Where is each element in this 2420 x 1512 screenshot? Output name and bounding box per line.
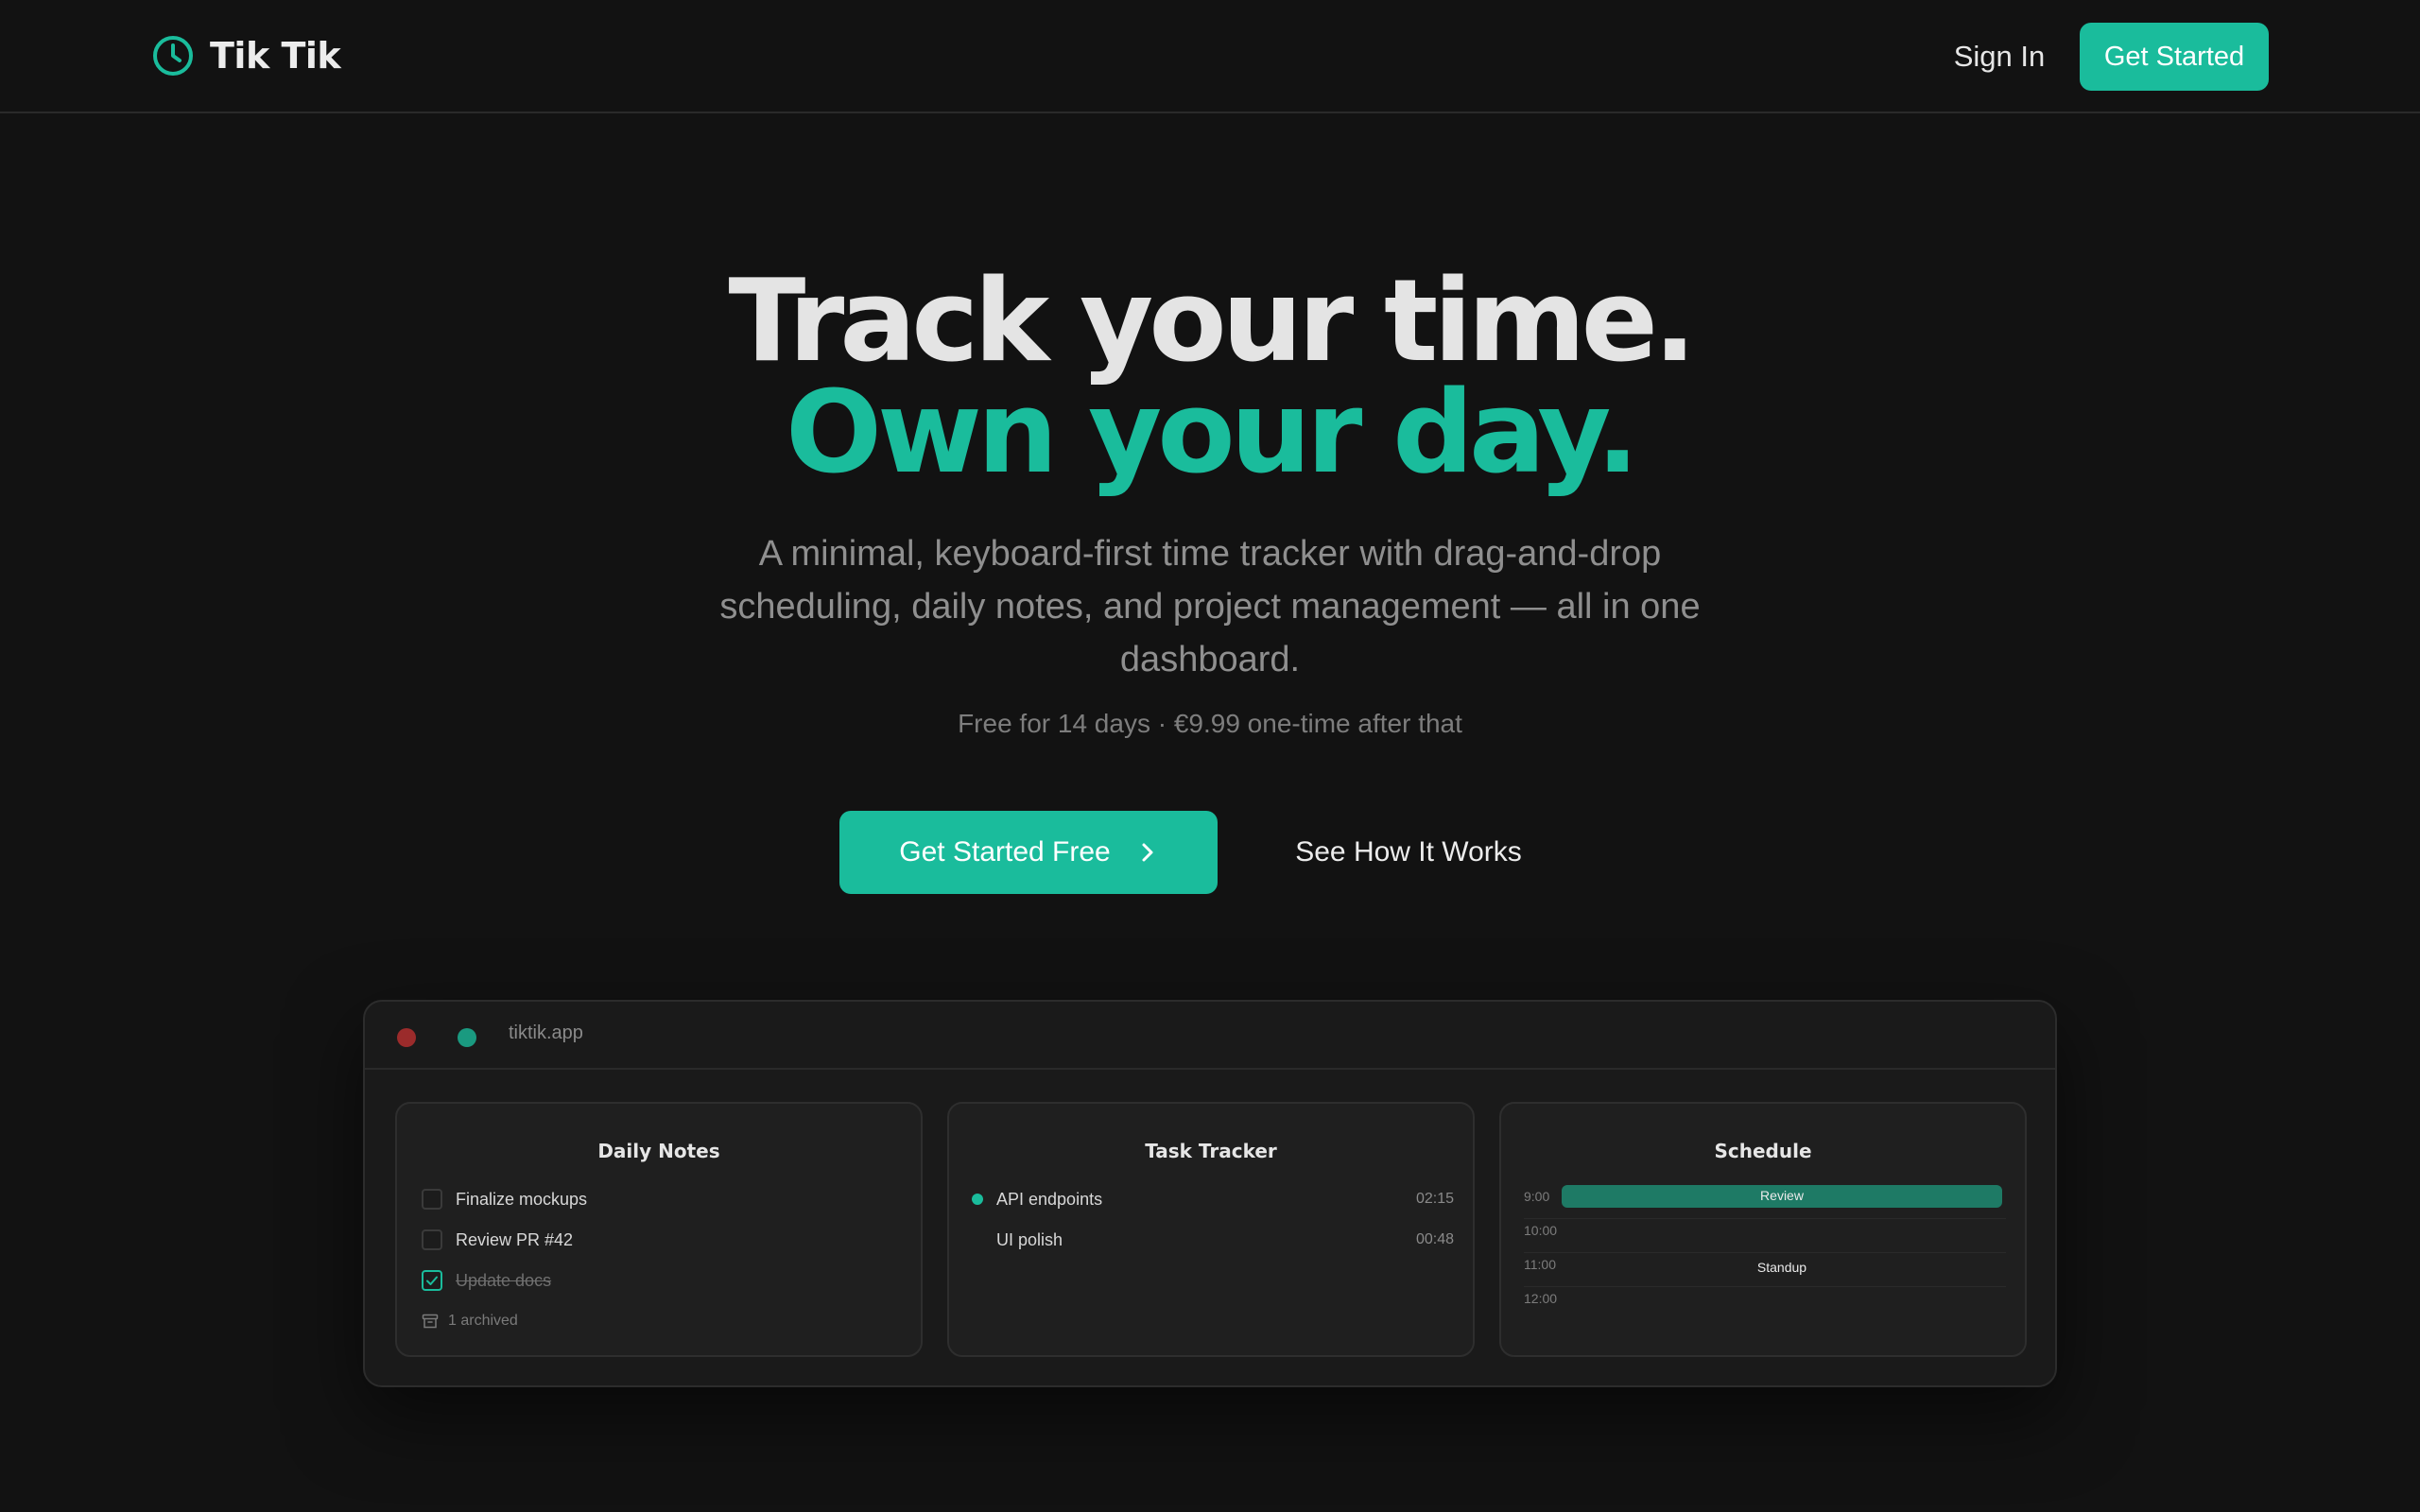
schedule-row: 11:00 Standup [1524,1253,2006,1287]
brand-name: Tik Tik [210,35,341,77]
task-name: UI polish [996,1229,1063,1249]
note-checkbox[interactable] [422,1229,442,1250]
see-how-it-works-link[interactable]: See How It Works [1267,811,1550,894]
window-close-dot [397,1028,416,1047]
schedule-row: 9:00 Review [1524,1185,2006,1219]
get-started-free-label: Get Started Free [899,836,1111,868]
task-row[interactable]: UI polish 00:48 [972,1228,1454,1252]
schedule-card: Schedule 9:00 Review 10:00 11:00 Standup… [1499,1102,2027,1357]
schedule-event-block[interactable]: Review [1562,1185,2002,1208]
task-name: API endpoints [996,1189,1103,1209]
sign-in-link[interactable]: Sign In [1928,34,2070,79]
active-task-indicator [972,1194,983,1205]
schedule-empty-slot[interactable] [1562,1219,2002,1242]
note-item: Review PR #42 [422,1228,573,1252]
get-started-button[interactable]: Get Started [2080,23,2269,91]
window-maximize-dot [458,1028,476,1047]
note-text: Finalize mockups [456,1189,588,1209]
note-text: Review PR #42 [456,1229,574,1249]
schedule-empty-slot[interactable] [1562,1287,2002,1310]
note-checkbox-checked[interactable] [422,1270,442,1291]
archive-box-icon [422,1314,439,1329]
idle-task-indicator [972,1234,983,1246]
hero-subtitle: A minimal, keyboard-first time tracker w… [719,534,1701,679]
schedule-time: 11:00 [1524,1257,1556,1272]
schedule-title: Schedule [1714,1140,1812,1162]
schedule-time: 12:00 [1524,1291,1558,1306]
task-time: 02:15 [1415,1191,1454,1207]
archived-notes-link[interactable]: 1 archived [422,1310,518,1332]
schedule-row: 10:00 [1524,1219,2006,1253]
task-tracker-card: Task Tracker API endpoints 02:15 UI poli… [947,1102,1475,1357]
task-time: 00:48 [1415,1231,1454,1247]
chevron-right-icon [1142,843,1153,862]
schedule-time: 9:00 [1524,1189,1550,1204]
clock-icon [153,36,193,76]
hero-headline: Track your time. [728,256,1696,387]
note-item: Finalize mockups [422,1187,587,1211]
daily-notes-title: Daily Notes [597,1140,720,1162]
schedule-time: 10:00 [1524,1223,1558,1238]
daily-notes-card: Daily Notes Finalize mockups Review PR #… [395,1102,923,1357]
checkmark-icon [426,1276,438,1285]
task-row[interactable]: API endpoints 02:15 [972,1187,1454,1211]
pricing-note: Free for 14 days · €9.99 one-time after … [958,709,1462,738]
schedule-event-block[interactable]: Standup [1562,1257,2002,1280]
app-preview-window: tiktik.app Daily Notes Finalize mockups … [363,1000,2057,1387]
brand-logo[interactable]: Tik Tik [151,32,341,79]
schedule-row: 12:00 [1524,1287,2006,1321]
top-navbar: Tik Tik Sign In Get Started [0,0,2420,113]
hero-headline-accent: Own your day. [785,368,1639,499]
archived-count: 1 archived [448,1313,518,1329]
note-item: Update docs [422,1268,551,1293]
window-url: tiktik.app [509,1022,583,1043]
note-text-done: Update docs [456,1270,552,1290]
note-checkbox[interactable] [422,1189,442,1210]
window-titlebar: tiktik.app [365,1002,2055,1070]
get-started-free-button[interactable]: Get Started Free [839,811,1218,894]
task-tracker-title: Task Tracker [1145,1140,1277,1162]
